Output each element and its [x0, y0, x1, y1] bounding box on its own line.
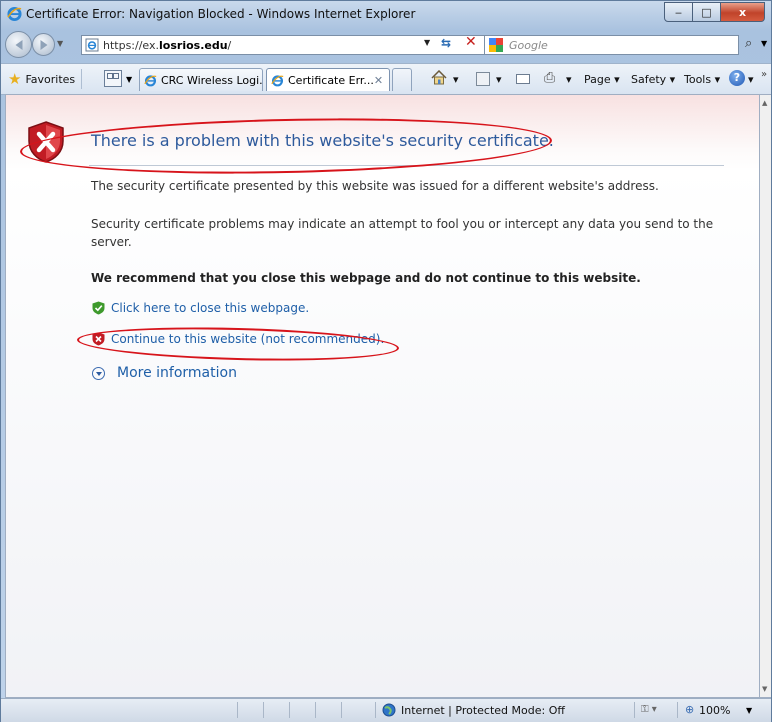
print-dropdown-icon[interactable]: ▾: [566, 73, 572, 86]
maximize-button[interactable]: □: [692, 2, 721, 22]
window-title: Certificate Error: Navigation Blocked - …: [26, 7, 416, 21]
tools-menu[interactable]: Tools ▾: [684, 73, 720, 86]
page-menu[interactable]: Page ▾: [584, 73, 620, 86]
status-divider: [237, 702, 238, 718]
protected-mode-lock-icon[interactable]: ⚿ ▾: [641, 704, 657, 715]
help-icon[interactable]: ?: [729, 70, 745, 86]
favorites-button[interactable]: ★ Favorites: [6, 69, 83, 89]
search-icon[interactable]: ⌕: [745, 36, 752, 51]
read-mail-icon[interactable]: [516, 74, 530, 84]
status-divider: [289, 702, 290, 718]
quick-tabs-icon[interactable]: [104, 70, 122, 87]
red-shield-icon: [92, 332, 105, 346]
status-divider: [634, 702, 635, 718]
close-webpage-label[interactable]: Click here to close this webpage.: [111, 301, 309, 315]
security-zone-status[interactable]: Internet | Protected Mode: Off: [401, 704, 565, 717]
close-webpage-link[interactable]: Click here to close this webpage.: [92, 301, 309, 315]
safety-menu[interactable]: Safety ▾: [631, 73, 675, 86]
status-bar: Internet | Protected Mode: Off ⚿ ▾ ⊕ 100…: [1, 698, 771, 722]
status-divider: [341, 702, 342, 718]
close-tab-icon[interactable]: ✕: [374, 74, 383, 87]
shield-error-icon: [28, 121, 64, 163]
favorites-label: Favorites: [25, 72, 76, 86]
page-icon: [85, 38, 99, 52]
security-warning-text: Security certificate problems may indica…: [91, 217, 714, 249]
divider: [89, 165, 724, 166]
status-divider: [315, 702, 316, 718]
tab-crc-wireless[interactable]: CRC Wireless Logi...: [139, 68, 263, 91]
forward-button[interactable]: [32, 33, 55, 56]
status-divider: [375, 702, 376, 718]
zoom-icon[interactable]: ⊕: [685, 703, 694, 716]
print-icon[interactable]: ⎙: [544, 70, 555, 86]
new-tab-button[interactable]: [392, 68, 412, 91]
home-dropdown-icon[interactable]: ▾: [453, 73, 459, 86]
page-content: There is a problem with this website's s…: [5, 94, 760, 698]
tab-certificate-error[interactable]: Certificate Err... ✕: [266, 68, 390, 91]
feeds-dropdown-icon[interactable]: ▾: [496, 73, 502, 86]
back-button[interactable]: [5, 31, 32, 58]
address-dropdown-icon[interactable]: ▼: [424, 38, 430, 47]
status-divider: [677, 702, 678, 718]
more-information-label[interactable]: More information: [117, 365, 237, 381]
google-icon: [489, 38, 503, 52]
continue-to-website-label[interactable]: Continue to this website (not recommende…: [111, 332, 384, 346]
ie-logo-icon: [7, 6, 22, 21]
search-box[interactable]: Google: [484, 35, 739, 55]
recommendation-text: We recommend that you close this webpage…: [91, 271, 641, 285]
search-input[interactable]: Google: [509, 39, 548, 52]
title-bar[interactable]: Certificate Error: Navigation Blocked - …: [1, 1, 771, 28]
refresh-icon[interactable]: ⇆: [441, 36, 451, 50]
more-information-toggle[interactable]: More information: [92, 365, 237, 381]
internet-globe-icon: [382, 703, 396, 717]
minimize-button[interactable]: ‒: [664, 2, 693, 22]
help-dropdown-icon[interactable]: ▾: [748, 73, 754, 86]
certificate-explanation: The security certificate presented by th…: [91, 179, 659, 193]
ie-page-icon: [144, 74, 157, 86]
tab-list-dropdown-icon[interactable]: ▼: [126, 75, 132, 84]
navigation-bar: ▼ https://ex.losrios.edu/ ▼ ⇆ ✕ Google ⌕…: [1, 29, 771, 59]
zoom-level[interactable]: 100%: [699, 704, 730, 717]
home-icon[interactable]: [431, 70, 447, 85]
tab-label: Certificate Err...: [288, 73, 374, 87]
close-window-button[interactable]: x: [720, 2, 765, 22]
address-url[interactable]: https://ex.losrios.edu/: [103, 39, 231, 52]
vertical-scrollbar[interactable]: ▲ ▼: [760, 94, 771, 698]
page-title: There is a problem with this website's s…: [91, 131, 554, 150]
recent-pages-dropdown-icon[interactable]: ▼: [57, 39, 63, 48]
more-commands-chevron-icon[interactable]: »: [761, 69, 767, 80]
expand-chevron-icon: [92, 366, 105, 380]
status-divider: [263, 702, 264, 718]
browser-window: Certificate Error: Navigation Blocked - …: [0, 0, 772, 722]
favorites-tab-bar: ★ Favorites ▼ CRC Wireless Logi... Certi…: [1, 63, 771, 95]
scroll-up-icon[interactable]: ▲: [762, 99, 767, 107]
feeds-icon[interactable]: [476, 72, 490, 86]
scroll-down-icon[interactable]: ▼: [762, 685, 767, 693]
window-controls: ‒ □ x: [664, 2, 765, 22]
ie-page-icon: [271, 74, 284, 86]
green-shield-icon: [92, 301, 105, 315]
continue-to-website-link[interactable]: Continue to this website (not recommende…: [92, 332, 384, 346]
favorites-star-icon: ★: [8, 70, 22, 88]
zoom-dropdown-icon[interactable]: ▼: [746, 706, 752, 715]
stop-icon[interactable]: ✕: [465, 34, 477, 50]
tab-label: CRC Wireless Logi...: [161, 73, 263, 87]
search-options-dropdown-icon[interactable]: ▼: [761, 39, 767, 48]
